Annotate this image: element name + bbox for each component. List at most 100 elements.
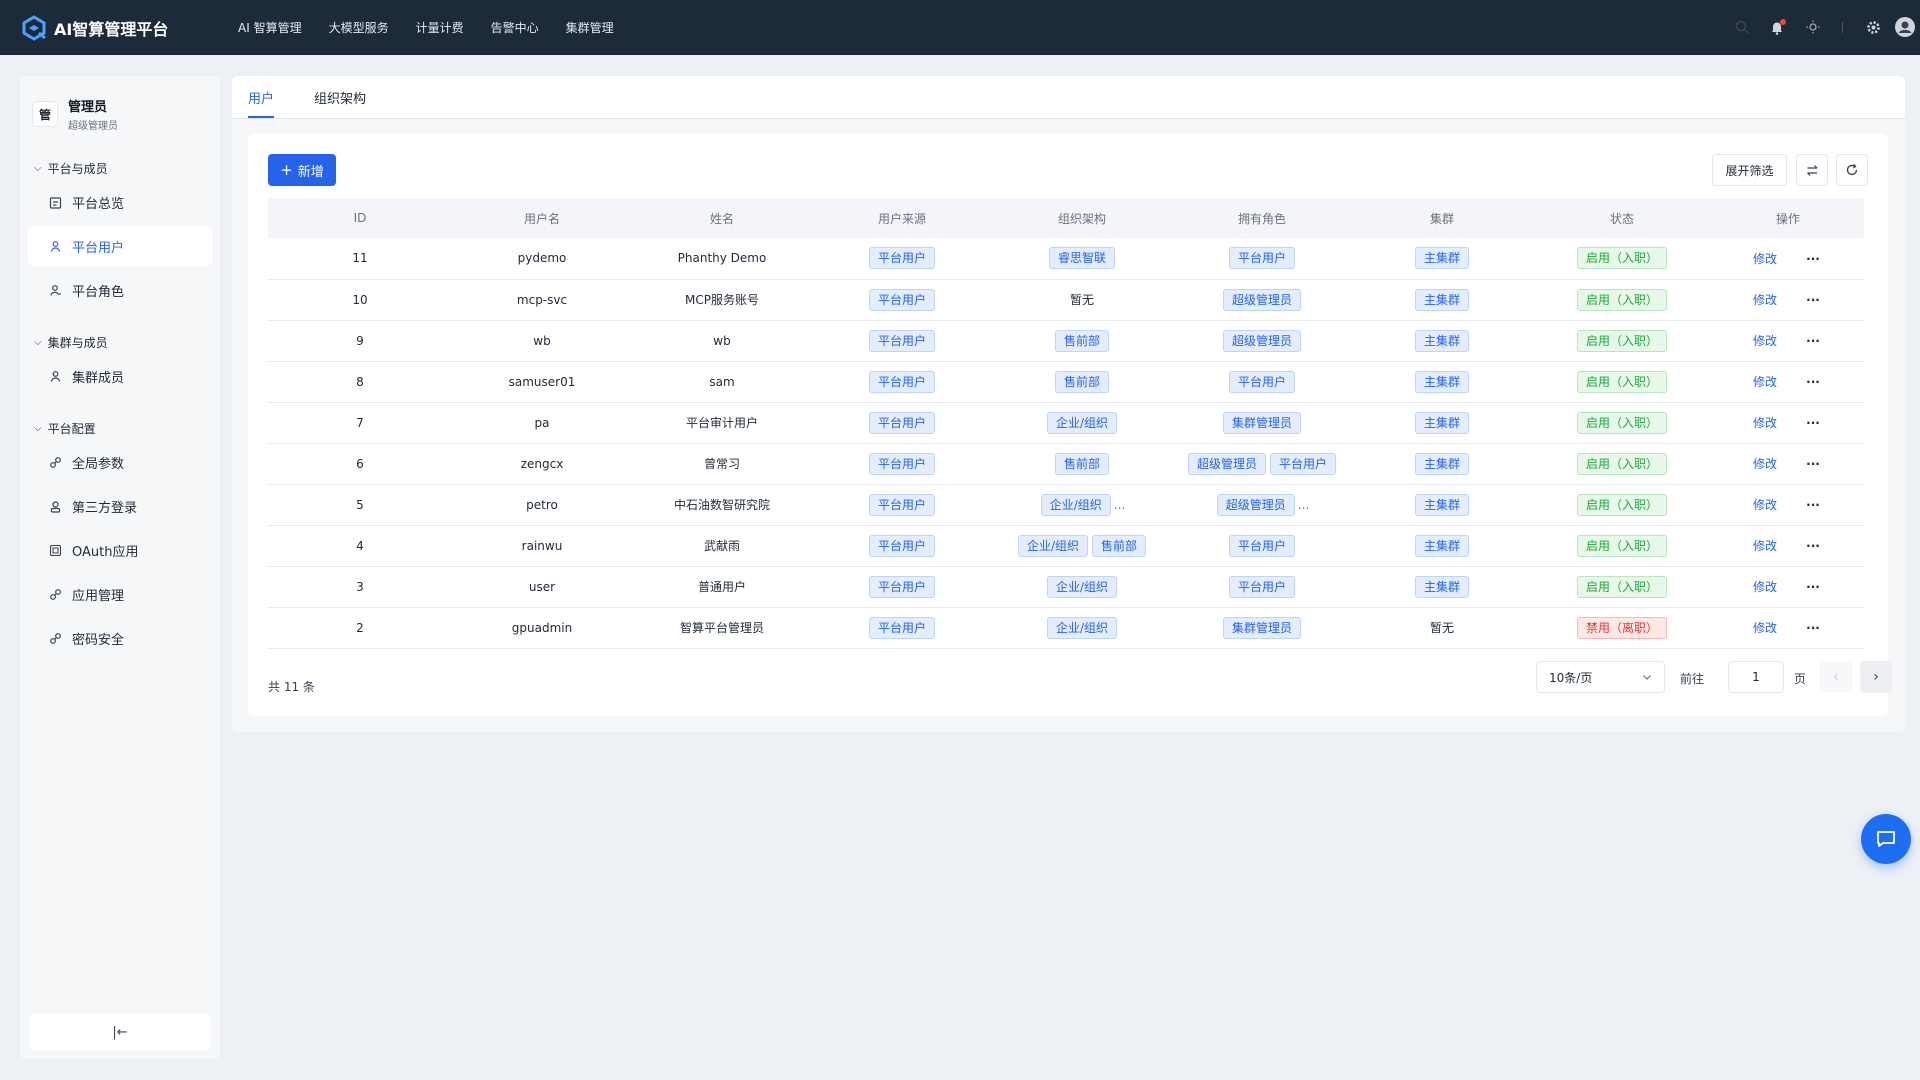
more-actions-icon[interactable]: ··· xyxy=(1803,252,1823,266)
table-row: 4 rainwu 武献雨 平台用户 企业/组织 售前部 平台用户 主集群 启用（入职） 修改 ··· xyxy=(268,525,1864,566)
edit-link[interactable]: 修改 xyxy=(1753,416,1777,430)
top-nav-billing[interactable]: 计量计费 xyxy=(416,19,464,36)
group-title-platform-config[interactable]: ⌵ 平台配置 xyxy=(20,418,220,438)
chevron-left-icon: ‹ xyxy=(1833,669,1839,685)
cell-name: wb xyxy=(713,333,731,348)
more-actions-icon[interactable]: ··· xyxy=(1803,621,1823,635)
cell-source: 平台用户 xyxy=(812,566,992,607)
edit-link[interactable]: 修改 xyxy=(1753,293,1777,307)
more-actions-icon[interactable]: ··· xyxy=(1803,416,1823,430)
refresh-button[interactable] xyxy=(1836,154,1868,186)
user-avatar-menu[interactable] xyxy=(1894,17,1920,37)
column-header[interactable]: 拥有角色 xyxy=(1172,198,1352,238)
column-header[interactable]: 组织架构 xyxy=(992,198,1172,238)
sidebar-item-platform-roles[interactable]: 平台角色 xyxy=(28,270,212,310)
table-row: 9 wb wb 平台用户 售前部 超级管理员 主集群 启用（入职） 修改 ··· xyxy=(268,320,1864,361)
cell-actions: 修改 ··· xyxy=(1712,320,1864,361)
clipboard-icon xyxy=(48,195,62,209)
cell-source: 平台用户 xyxy=(812,607,992,648)
edit-link[interactable]: 修改 xyxy=(1753,252,1777,266)
cell-id: 5 xyxy=(356,497,364,512)
top-nav-alerts[interactable]: 告警中心 xyxy=(491,19,539,36)
edit-link[interactable]: 修改 xyxy=(1753,375,1777,389)
edit-link[interactable]: 修改 xyxy=(1753,621,1777,635)
sidebar-item-global-params[interactable]: 全局参数 xyxy=(28,442,212,482)
column-header[interactable]: 状态 xyxy=(1532,198,1712,238)
tab-users[interactable]: 用户 xyxy=(248,88,275,118)
cell-org: 企业/组织 xyxy=(992,402,1172,443)
more-actions-icon[interactable]: ··· xyxy=(1803,457,1823,471)
column-header[interactable]: ID xyxy=(268,198,452,238)
org-text: 暂无 xyxy=(1069,293,1094,307)
sun-icon[interactable] xyxy=(1803,17,1823,37)
table-row: 2 gpuadmin 智算平台管理员 平台用户 企业/组织 集群管理员 暂无 禁用（离职） 修改… xyxy=(268,607,1864,648)
sidebar-item-app-management[interactable]: 应用管理 xyxy=(28,574,212,614)
more-actions-icon[interactable]: ··· xyxy=(1803,334,1823,348)
search-icon[interactable] xyxy=(1732,17,1752,37)
edit-link[interactable]: 修改 xyxy=(1753,498,1777,512)
users-panel: + 新增 展开筛选 ID 用户名 姓名 用户来源 组织架构 拥有角色 集群 状态… xyxy=(248,134,1892,716)
page-number-input[interactable] xyxy=(1728,661,1784,693)
cell-source: 平台用户 xyxy=(812,279,992,320)
more-actions-icon[interactable]: ··· xyxy=(1803,580,1823,594)
cell-roles: 超级管理员 xyxy=(1172,279,1352,320)
sidebar-item-cluster-members[interactable]: 集群成员 xyxy=(28,356,212,396)
column-header[interactable]: 姓名 xyxy=(632,198,812,238)
brand[interactable]: AI智算管理平台 xyxy=(20,14,200,42)
source-tag: 平台用户 xyxy=(868,616,935,639)
column-settings-button[interactable] xyxy=(1796,154,1828,186)
edit-link[interactable]: 修改 xyxy=(1753,539,1777,553)
cell-cluster: 主集群 xyxy=(1352,566,1532,607)
edit-link[interactable]: 修改 xyxy=(1753,457,1777,471)
more-actions-icon[interactable]: ··· xyxy=(1803,375,1823,389)
cell-cluster: 暂无 xyxy=(1352,607,1532,648)
gear-icon[interactable] xyxy=(1863,17,1883,37)
collapse-sidebar-button[interactable]: |← xyxy=(29,1014,211,1050)
more-actions-icon[interactable]: ··· xyxy=(1803,293,1823,307)
edit-link[interactable]: 修改 xyxy=(1753,334,1777,348)
expand-filter-button[interactable]: 展开筛选 xyxy=(1712,154,1787,186)
role-tag: 超级管理员 xyxy=(1187,452,1266,475)
org-tag: 售前部 xyxy=(1054,370,1109,393)
users-icon xyxy=(48,369,62,383)
sidebar-item-oauth-apps[interactable]: OAuth应用 xyxy=(28,530,212,570)
source-tag: 平台用户 xyxy=(868,452,935,475)
link-icon xyxy=(48,587,62,601)
prev-page-button[interactable]: ‹ xyxy=(1820,661,1852,693)
edit-link[interactable]: 修改 xyxy=(1753,580,1777,594)
sidebar-item-password-security[interactable]: 密码安全 xyxy=(28,618,212,658)
cell-actions: 修改 ··· xyxy=(1712,238,1864,279)
more-actions-icon[interactable]: ··· xyxy=(1803,539,1823,553)
column-header[interactable]: 用户名 xyxy=(452,198,632,238)
next-page-button[interactable]: › xyxy=(1860,661,1892,693)
sidebar-item-platform-users[interactable]: 平台用户 xyxy=(28,226,212,266)
cell-source: 平台用户 xyxy=(812,525,992,566)
sidebar-item-platform-overview[interactable]: 平台总览 xyxy=(28,182,212,222)
org-tag: 睿思智联 xyxy=(1048,247,1115,270)
sidebar-item-third-party-login[interactable]: 第三方登录 xyxy=(28,486,212,526)
source-tag: 平台用户 xyxy=(868,329,935,352)
group-title-platform-members[interactable]: ⌵ 平台与成员 xyxy=(20,158,220,178)
column-header[interactable]: 集群 xyxy=(1352,198,1532,238)
more-actions-icon[interactable]: ··· xyxy=(1803,498,1823,512)
chevron-right-icon: › xyxy=(1873,669,1879,685)
role-tag: 集群管理员 xyxy=(1222,411,1301,434)
cell-org: 暂无 xyxy=(992,279,1172,320)
tab-bar: 用户 组织架构 xyxy=(232,76,1905,119)
add-user-button[interactable]: + 新增 xyxy=(268,154,336,186)
top-nav-ai-compute[interactable]: AI 智算管理 xyxy=(238,19,302,36)
column-header[interactable]: 用户来源 xyxy=(812,198,992,238)
top-nav-llm-service[interactable]: 大模型服务 xyxy=(329,19,389,36)
bell-icon[interactable] xyxy=(1767,17,1787,37)
table-row: 7 pa 平台审计用户 平台用户 企业/组织 集群管理员 主集群 启用（入职） 修改 ··· xyxy=(268,402,1864,443)
chat-button[interactable] xyxy=(1861,814,1911,864)
page-size-select[interactable]: 10条/页 xyxy=(1536,661,1665,693)
cluster-tag: 主集群 xyxy=(1414,493,1469,516)
admin-role: 超级管理员 xyxy=(68,121,118,132)
cell-actions: 修改 ··· xyxy=(1712,484,1864,525)
group-title-cluster-members[interactable]: ⌵ 集群与成员 xyxy=(20,332,220,352)
top-nav-cluster-management[interactable]: 集群管理 xyxy=(566,19,614,36)
table-row: 3 user 普通用户 平台用户 企业/组织 平台用户 主集群 启用（入职） 修改 ··· xyxy=(268,566,1864,607)
tab-org-structure[interactable]: 组织架构 xyxy=(314,88,366,118)
cell-status: 启用（入职） xyxy=(1532,238,1712,279)
